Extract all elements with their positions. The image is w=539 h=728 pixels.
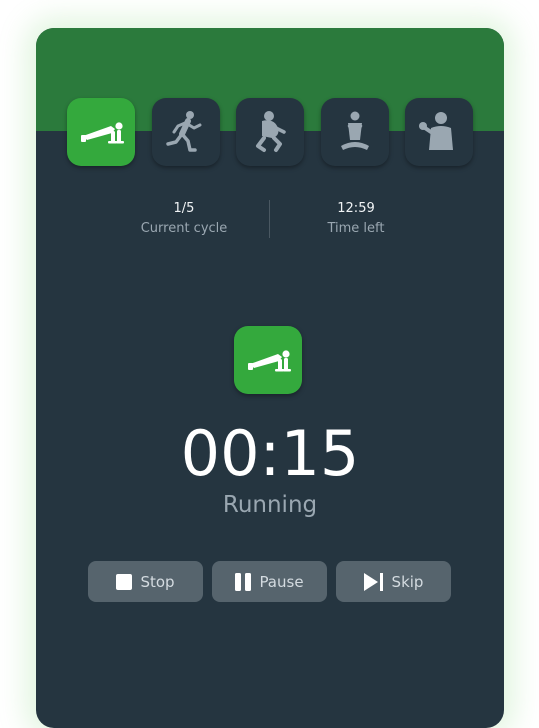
skip-button[interactable]: Skip bbox=[336, 561, 451, 602]
pause-label: Pause bbox=[259, 572, 304, 591]
stats-divider bbox=[269, 200, 270, 238]
push-up-icon bbox=[81, 122, 124, 144]
time-left-label: Time left bbox=[327, 221, 385, 236]
pause-button[interactable]: Pause bbox=[212, 561, 327, 602]
exercise-tile-squat[interactable] bbox=[236, 98, 304, 166]
push-up-icon bbox=[248, 350, 291, 372]
skip-icon bbox=[363, 572, 384, 591]
time-left-stat: 12:59 Time left bbox=[271, 200, 441, 238]
exercise-tile-dumbbell[interactable] bbox=[405, 98, 473, 166]
exercise-tile-meditation[interactable] bbox=[321, 98, 389, 166]
time-left-value: 12:59 bbox=[337, 201, 375, 216]
exercise-tile-running[interactable] bbox=[152, 98, 220, 166]
current-cycle-stat: 1/5 Current cycle bbox=[99, 200, 269, 238]
squat-icon bbox=[256, 111, 286, 152]
exercise-tile-push-up[interactable] bbox=[67, 98, 135, 166]
pause-icon bbox=[235, 572, 252, 591]
stop-icon bbox=[116, 573, 133, 590]
current-cycle-value: 1/5 bbox=[173, 201, 195, 216]
skip-label: Skip bbox=[391, 572, 424, 591]
running-icon bbox=[166, 111, 202, 152]
current-exercise-tile bbox=[234, 326, 302, 394]
current-cycle-label: Current cycle bbox=[140, 221, 228, 236]
workout-card: 1/5 Current cycle 12:59 Time left 00:15 … bbox=[36, 28, 504, 728]
stop-button[interactable]: Stop bbox=[88, 561, 203, 602]
meditation-icon bbox=[341, 111, 369, 150]
timer-status: Running bbox=[222, 492, 318, 518]
dumbbell-icon bbox=[419, 112, 453, 150]
countdown-timer: 00:15 bbox=[180, 417, 360, 490]
stop-label: Stop bbox=[140, 572, 175, 591]
